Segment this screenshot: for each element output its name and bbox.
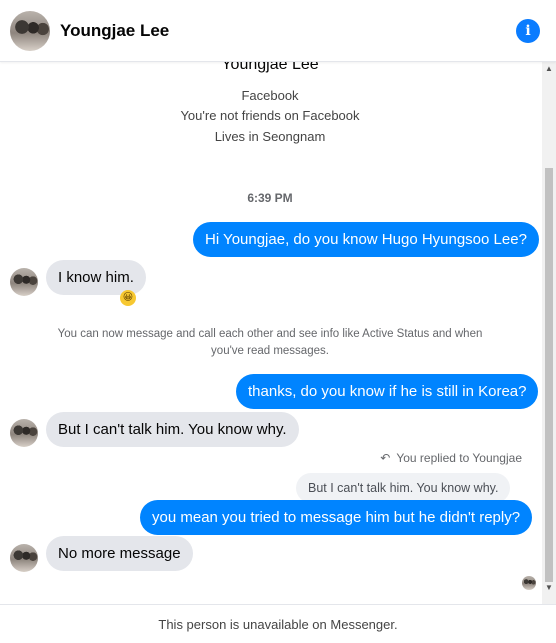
scrollbar-thumb[interactable] — [545, 168, 553, 582]
reply-indicator: ↶ You replied to Youngjae — [380, 451, 522, 465]
scroll-up-icon[interactable]: ▲ — [545, 64, 553, 73]
replied-message-quote[interactable]: But I can't talk him. You know why. — [296, 473, 511, 503]
outgoing-message[interactable]: thanks, do you know if he is still in Ko… — [236, 374, 539, 409]
reply-label: You replied to Youngjae — [396, 451, 522, 465]
avatar[interactable] — [10, 419, 38, 447]
avatar[interactable] — [10, 10, 50, 51]
profile-location: Lives in Seongnam — [214, 129, 326, 144]
scroll-down-icon[interactable]: ▼ — [545, 583, 553, 592]
scrollbar[interactable]: ▲ ▼ — [542, 62, 556, 604]
profile-name: Youngjae Lee — [221, 62, 319, 73]
message-list[interactable]: Youngjae Lee Facebook You're not friends… — [0, 62, 556, 604]
avatar[interactable] — [10, 268, 38, 296]
profile-platform: Facebook — [241, 88, 299, 103]
outgoing-message[interactable]: Hi Youngjae, do you know Hugo Hyungsoo L… — [193, 222, 539, 257]
avatar[interactable] — [10, 544, 38, 572]
unavailable-notice: This person is unavailable on Messenger. — [0, 604, 556, 643]
incoming-message[interactable]: No more message — [46, 536, 193, 571]
info-icon[interactable]: i — [516, 19, 540, 43]
profile-friend-status: You're not friends on Facebook — [180, 108, 360, 123]
conversation-header: Youngjae Lee i — [0, 0, 556, 62]
message-timestamp: 6:39 PM — [247, 191, 293, 205]
incoming-message[interactable]: But I can't talk him. You know why. — [46, 412, 299, 447]
smile-emoji-icon: 😀 — [120, 290, 136, 306]
reply-arrow-icon: ↶ — [380, 451, 391, 465]
outgoing-message[interactable]: you mean you tried to message him but he… — [140, 500, 533, 535]
system-message: You can now message and call each other … — [57, 328, 483, 357]
contact-name[interactable]: Youngjae Lee — [60, 21, 169, 41]
seen-avatar — [522, 576, 536, 590]
